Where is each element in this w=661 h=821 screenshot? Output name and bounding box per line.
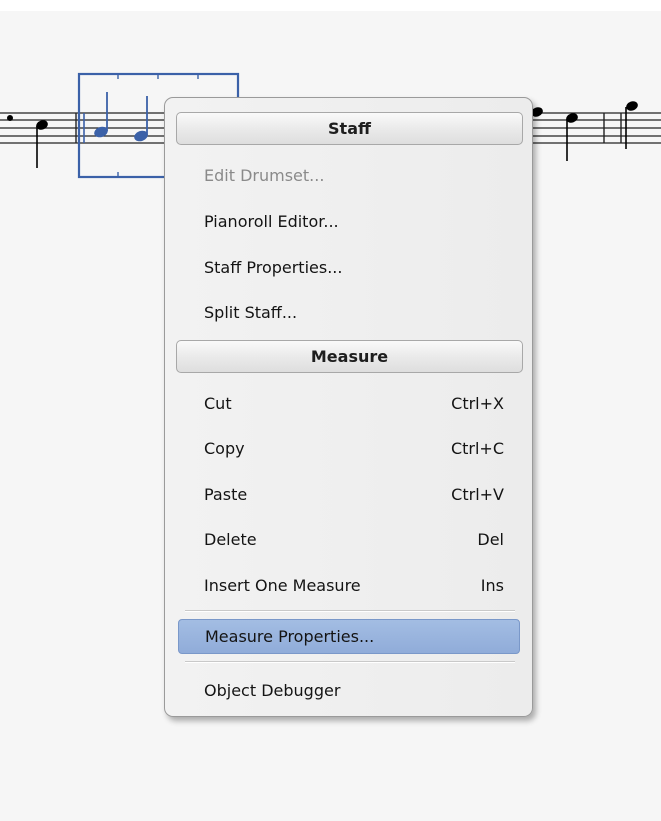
note-fragment[interactable] bbox=[7, 115, 13, 121]
shortcut-text: Ctrl+V bbox=[451, 484, 504, 504]
menu-item-label: Paste bbox=[204, 484, 248, 504]
note[interactable] bbox=[625, 100, 639, 149]
menu-item-cut[interactable]: Cut Ctrl+X bbox=[176, 384, 520, 422]
menu-item-pianoroll-editor[interactable]: Pianoroll Editor... bbox=[176, 202, 520, 240]
shortcut-text: Ins bbox=[480, 575, 504, 595]
menu-item-label: Object Debugger bbox=[204, 680, 341, 700]
context-menu: Staff Edit Drumset... Pianoroll Editor..… bbox=[164, 97, 533, 717]
shortcut-text: Ctrl+C bbox=[450, 438, 504, 458]
menu-item-object-debugger[interactable]: Object Debugger bbox=[176, 671, 520, 709]
menu-item-paste[interactable]: Paste Ctrl+V bbox=[176, 475, 520, 513]
menu-item-label: Edit Drumset... bbox=[204, 165, 325, 185]
shortcut-text: Del bbox=[477, 529, 504, 549]
shortcut-text: Ctrl+X bbox=[451, 393, 504, 413]
note-selected[interactable] bbox=[93, 92, 110, 139]
measure-section-header: Measure bbox=[176, 340, 523, 373]
menu-item-label: Delete bbox=[204, 529, 257, 549]
menu-item-edit-drumset: Edit Drumset... bbox=[176, 156, 520, 194]
menu-item-insert-one-measure[interactable]: Insert One Measure Ins bbox=[176, 566, 520, 604]
menu-item-label: Measure Properties... bbox=[205, 627, 375, 646]
menu-separator bbox=[185, 661, 515, 663]
menu-item-measure-properties[interactable]: Measure Properties... bbox=[178, 619, 520, 654]
menu-item-label: Insert One Measure bbox=[204, 575, 361, 595]
menu-item-staff-properties[interactable]: Staff Properties... bbox=[176, 248, 520, 286]
menu-item-label: Cut bbox=[204, 393, 232, 413]
menu-item-label: Staff Properties... bbox=[204, 257, 343, 277]
staff-section-header: Staff bbox=[176, 112, 523, 145]
menu-item-copy[interactable]: Copy Ctrl+C bbox=[176, 429, 520, 467]
menu-item-split-staff[interactable]: Split Staff... bbox=[176, 293, 520, 331]
menu-separator bbox=[185, 610, 515, 612]
menu-item-delete[interactable]: Delete Del bbox=[176, 520, 520, 558]
menu-item-label: Copy bbox=[204, 438, 245, 458]
menu-item-label: Pianoroll Editor... bbox=[204, 211, 339, 231]
menu-item-label: Split Staff... bbox=[204, 302, 298, 322]
